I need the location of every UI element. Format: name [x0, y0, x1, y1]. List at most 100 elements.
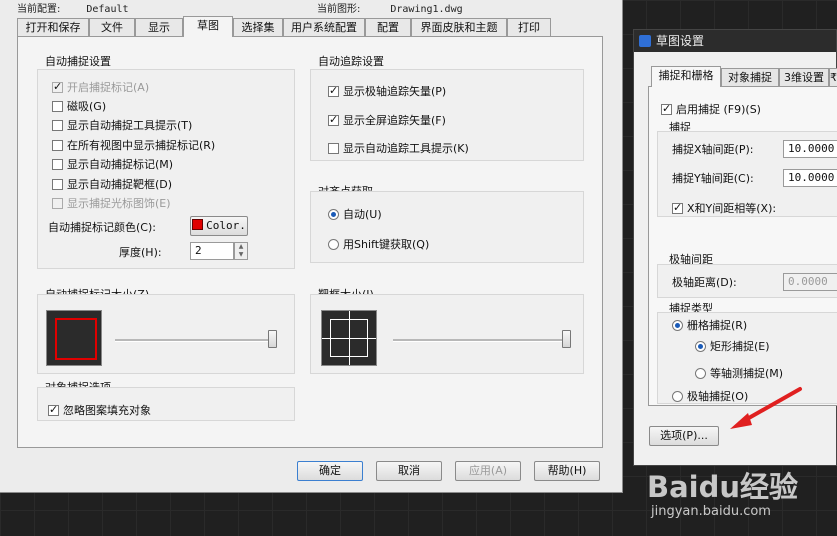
current-drawing-value: Drawing1.dwg: [390, 4, 463, 15]
tab-user-preferences[interactable]: 用户系统配置: [283, 18, 365, 36]
baidu-watermark: Baidu经验 jingyan.baidu.com: [643, 440, 837, 536]
polar-spacing-group: 极轴距离(D): 0.0000: [657, 264, 837, 298]
autosnap-marker-checkbox[interactable]: 开启捕捉标记(A): [52, 79, 149, 95]
radio-label: 等轴测捕捉(M): [710, 367, 784, 380]
current-drawing-label: 当前图形:: [317, 4, 361, 15]
checkbox-box: [52, 139, 63, 151]
annotation-arrow-icon: [730, 387, 802, 429]
snap-y-label: 捕捉Y轴间距(C):: [672, 172, 754, 185]
drafting-settings-titlebar[interactable]: 草图设置: [634, 30, 836, 52]
thickness-input[interactable]: 2: [190, 242, 234, 260]
ok-button[interactable]: 确定: [297, 461, 363, 481]
watermark-url: jingyan.baidu.com: [651, 504, 771, 519]
marker-color-label: 自动捕捉标记颜色(C):: [48, 221, 156, 234]
radio-dot: [695, 340, 706, 352]
autosnap-title: 自动捕捉设置: [45, 55, 111, 68]
autosnap-tooltip-checkbox[interactable]: 显示自动捕捉工具提示(T): [52, 117, 192, 133]
checkbox-label: 显示极轴追踪矢量(P): [343, 85, 447, 98]
checkbox-box: [52, 119, 63, 131]
aperture-size-group: [310, 294, 584, 374]
ignore-hatch-checkbox[interactable]: 忽略图案填充对象: [48, 402, 151, 418]
snap-x-input[interactable]: 10.0000: [783, 140, 837, 158]
current-profile-label: 当前配置:: [17, 4, 61, 15]
snap-spacing-group: 捕捉X轴间距(P): 10.0000 捕捉Y轴间距(C): 10.0000 X和…: [657, 131, 837, 217]
checkbox-label: 显示自动捕捉工具提示(T): [67, 119, 193, 132]
autotrack-tooltip-checkbox[interactable]: 显示自动追踪工具提示(K): [328, 140, 469, 156]
current-drawing: 当前图形: Drawing1.dwg: [317, 0, 463, 15]
show-marker-checkbox[interactable]: 显示自动捕捉标记(M): [52, 156, 173, 172]
fullscreen-vector-checkbox[interactable]: 显示全屏追踪矢量(F): [328, 112, 446, 128]
checkbox-box: [661, 102, 672, 115]
current-profile: 当前配置: Default: [17, 0, 129, 15]
apply-button[interactable]: 应用(A): [455, 461, 521, 481]
color-button-label: Color.: [206, 219, 246, 232]
checkbox-label: 忽略图案填充对象: [63, 404, 151, 417]
thickness-spinner[interactable]: ▲ ▼: [234, 242, 248, 260]
color-swatch: [192, 219, 204, 230]
aperture-preview: [321, 310, 377, 366]
checkbox-label: 开启捕捉标记(A): [67, 81, 150, 94]
checkbox-label: 显示自动捕捉标记(M): [67, 158, 174, 171]
tab-selection[interactable]: 选择集: [233, 18, 283, 36]
polar-vector-checkbox[interactable]: 显示极轴追踪矢量(P): [328, 83, 446, 99]
show-aperture-checkbox[interactable]: 显示自动捕捉靶框(D): [52, 176, 172, 192]
radio-label: 矩形捕捉(E): [710, 340, 770, 353]
tab-profiles[interactable]: 配置: [365, 18, 411, 36]
alignment-group: 自动(U) 用Shift键获取(Q): [310, 191, 584, 263]
alignment-shift-radio[interactable]: 用Shift键获取(Q): [328, 236, 429, 252]
help-button[interactable]: 帮助(H): [534, 461, 600, 481]
tab-drafting[interactable]: 草图: [183, 16, 233, 37]
autosnap-group: 开启捕捉标记(A) 磁吸(G) 显示自动捕捉工具提示(T) 在所有视图中显示捕捉…: [37, 69, 295, 269]
checkbox-box: [52, 197, 63, 209]
tab-open-save[interactable]: 打开和保存: [17, 18, 89, 36]
object-snap-group: 忽略图案填充对象: [37, 387, 295, 421]
checkbox-box: [672, 201, 683, 214]
snap-grid-panel: 启用捕捉 (F9)(S) 捕捉 捕捉X轴间距(P): 10.0000 捕捉Y轴间…: [648, 86, 837, 406]
marker-square: [55, 318, 97, 360]
app-icon: [639, 35, 651, 47]
tab-object-snap[interactable]: 对象捕捉: [721, 68, 779, 86]
checkbox-label: 启用捕捉 (F9)(S): [676, 103, 761, 116]
rectangular-snap-radio[interactable]: 矩形捕捉(E): [695, 338, 770, 354]
aperture-size-slider[interactable]: [562, 330, 571, 348]
cancel-button[interactable]: 取消: [376, 461, 442, 481]
marker-color-button[interactable]: Color.: [190, 216, 248, 236]
all-views-marker-checkbox[interactable]: 在所有视图中显示捕捉标记(R): [52, 137, 215, 153]
current-profile-value: Default: [86, 4, 129, 15]
tab-skin-theme[interactable]: 界面皮肤和主题: [411, 18, 507, 36]
tab-plot[interactable]: 打印: [507, 18, 551, 36]
marker-size-group: [37, 294, 295, 374]
aperture-size-track: [393, 339, 569, 342]
tab-more[interactable]: ₹: [829, 68, 837, 86]
checkbox-box: [328, 142, 339, 154]
radio-dot: [328, 238, 339, 250]
enable-snap-checkbox[interactable]: 启用捕捉 (F9)(S): [661, 101, 761, 117]
cursor-glyph-checkbox[interactable]: 显示捕捉光标图饰(E): [52, 195, 171, 211]
checkbox-box: [48, 403, 59, 416]
polar-distance-input[interactable]: 0.0000: [783, 273, 837, 291]
radio-label: 栅格捕捉(R): [687, 319, 748, 332]
checkbox-box: [52, 80, 63, 93]
radio-label: 自动(U): [343, 208, 382, 221]
isometric-snap-radio[interactable]: 等轴测捕捉(M): [695, 365, 783, 381]
checkbox-label: 显示自动捕捉靶框(D): [67, 178, 173, 191]
tab-3d-settings[interactable]: 3维设置: [779, 68, 829, 86]
equal-xy-checkbox[interactable]: X和Y间距相等(X):: [672, 200, 776, 216]
options-dialog: 当前配置: Default 当前图形: Drawing1.dwg 打开和保存 文件 …: [0, 0, 623, 493]
tab-files[interactable]: 文件: [89, 18, 135, 36]
radio-dot: [328, 208, 339, 220]
snap-y-input[interactable]: 10.0000: [783, 169, 837, 187]
watermark-brand: Baidu经验: [647, 470, 799, 504]
checkbox-label: 在所有视图中显示捕捉标记(R): [67, 139, 216, 152]
checkbox-label: 磁吸(G): [67, 100, 107, 113]
magnet-checkbox[interactable]: 磁吸(G): [52, 98, 106, 114]
snap-x-label: 捕捉X轴间距(P):: [672, 143, 754, 156]
grid-snap-radio[interactable]: 栅格捕捉(R): [672, 317, 747, 333]
radio-label: 用Shift键获取(Q): [343, 238, 430, 251]
alignment-auto-radio[interactable]: 自动(U): [328, 206, 382, 222]
tab-display[interactable]: 显示: [135, 18, 183, 36]
tab-snap-grid[interactable]: 捕捉和栅格: [651, 66, 721, 87]
radio-dot: [695, 367, 706, 379]
thickness-label: 厚度(H):: [119, 246, 162, 259]
marker-size-slider[interactable]: [268, 330, 277, 348]
